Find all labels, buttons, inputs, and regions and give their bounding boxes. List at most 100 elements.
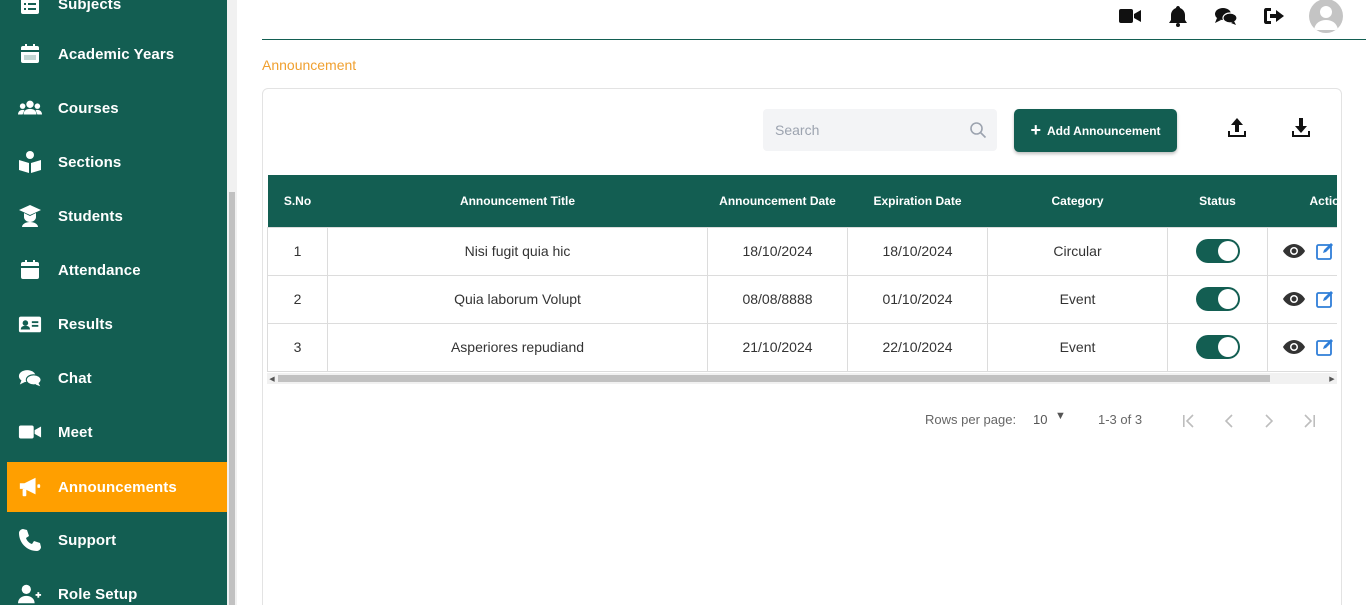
scroll-left-icon[interactable]: ◀	[267, 373, 277, 384]
download-icon[interactable]	[1289, 116, 1313, 140]
plus-icon: +	[1030, 119, 1041, 140]
column-header-action: Action	[1267, 175, 1337, 227]
announcement-table-container: S.No Announcement Title Announcement Dat…	[267, 175, 1337, 385]
next-page-icon[interactable]	[1260, 411, 1278, 431]
cell-expiry: 22/10/2024	[847, 322, 988, 372]
table-horizontal-scrollbar[interactable]: ◀ ▶	[267, 373, 1337, 384]
users-icon	[18, 96, 42, 120]
id-card-icon	[18, 312, 42, 336]
calendar-icon	[18, 258, 42, 282]
status-toggle[interactable]	[1195, 239, 1240, 263]
cell-title: Quia laborum Volupt	[327, 274, 708, 324]
add-announcement-button[interactable]: + Add Announcement	[1014, 109, 1177, 152]
view-icon[interactable]	[1282, 291, 1306, 307]
bell-icon[interactable]	[1166, 4, 1190, 28]
cell-status	[1167, 274, 1268, 324]
cell-action	[1267, 226, 1337, 276]
cell-category: Circular	[987, 226, 1168, 276]
sidebar-item-label: Students	[58, 207, 123, 225]
sidebar: Subjects Academic Years Courses Sections…	[0, 0, 227, 605]
last-page-icon[interactable]	[1300, 411, 1318, 431]
cell-status	[1167, 322, 1268, 372]
table-row: 3 Asperiores repudiand 21/10/2024 22/10/…	[267, 322, 1337, 372]
student-icon	[18, 204, 42, 228]
sidebar-item-role-setup[interactable]: Role Setup	[0, 569, 227, 605]
top-bar	[262, 0, 1366, 40]
sidebar-item-meet[interactable]: Meet	[0, 407, 227, 457]
sidebar-item-label: Meet	[58, 423, 93, 441]
chat-icon	[18, 366, 42, 390]
search-box[interactable]	[763, 109, 997, 151]
chevron-down-icon[interactable]: ▼	[1055, 410, 1066, 422]
sidebar-item-label: Academic Years	[58, 45, 175, 63]
edit-icon[interactable]	[1316, 242, 1334, 260]
announcement-table: S.No Announcement Title Announcement Dat…	[267, 175, 1337, 372]
view-icon[interactable]	[1282, 243, 1306, 259]
cell-date: 08/08/8888	[707, 274, 848, 324]
chat-icon[interactable]	[1214, 4, 1238, 28]
sidebar-item-chat[interactable]: Chat	[0, 353, 227, 403]
edit-icon[interactable]	[1316, 338, 1334, 356]
column-header-date[interactable]: Announcement Date	[707, 175, 848, 227]
cell-sno: 2	[267, 274, 328, 324]
column-header-sno[interactable]: S.No	[267, 175, 328, 227]
cell-action	[1267, 322, 1337, 372]
video-icon	[18, 420, 42, 444]
list-icon	[18, 0, 42, 16]
edit-icon[interactable]	[1316, 290, 1334, 308]
search-input[interactable]	[763, 109, 963, 151]
sidebar-item-label: Results	[58, 315, 113, 333]
sidebar-item-results[interactable]: Results	[0, 299, 227, 349]
column-header-title[interactable]: Announcement Title	[327, 175, 708, 227]
sidebar-item-academic-years[interactable]: Academic Years	[0, 29, 227, 79]
calendar-icon	[18, 42, 42, 66]
first-page-icon[interactable]	[1180, 411, 1198, 431]
table-scrollbar-thumb[interactable]	[278, 375, 1270, 382]
column-header-expiry[interactable]: Expiration Date	[847, 175, 988, 227]
cell-category: Event	[987, 322, 1168, 372]
video-icon[interactable]	[1118, 4, 1142, 28]
cell-title: Asperiores repudiand	[327, 322, 708, 372]
sidebar-item-announcements[interactable]: Announcements	[7, 462, 227, 512]
upload-icon[interactable]	[1225, 116, 1249, 140]
avatar[interactable]	[1309, 0, 1343, 33]
view-icon[interactable]	[1282, 339, 1306, 355]
sidebar-scrollbar-thumb[interactable]	[229, 192, 235, 605]
rows-per-page-label: Rows per page:	[925, 412, 1017, 427]
sidebar-item-label: Announcements	[58, 478, 177, 496]
cell-expiry: 01/10/2024	[847, 274, 988, 324]
sidebar-item-label: Support	[58, 531, 117, 549]
cell-date: 18/10/2024	[707, 226, 848, 276]
search-icon[interactable]	[969, 121, 987, 144]
sidebar-item-attendance[interactable]: Attendance	[0, 245, 227, 295]
sidebar-item-label: Role Setup	[58, 585, 138, 603]
sidebar-item-label: Sections	[58, 153, 122, 171]
status-toggle[interactable]	[1195, 287, 1240, 311]
column-header-category[interactable]: Category	[987, 175, 1168, 227]
rows-per-page-select[interactable]: 10	[1033, 412, 1047, 427]
user-plus-icon	[18, 582, 42, 605]
pagination-range: 1-3 of 3	[1098, 412, 1143, 427]
cell-category: Event	[987, 274, 1168, 324]
cell-sno: 3	[267, 322, 328, 372]
scroll-right-icon[interactable]: ▶	[1327, 373, 1337, 384]
megaphone-icon	[18, 475, 42, 499]
cell-date: 21/10/2024	[707, 322, 848, 372]
sidebar-item-label: Chat	[58, 369, 92, 387]
cell-title: Nisi fugit quia hic	[327, 226, 708, 276]
sidebar-item-students[interactable]: Students	[0, 191, 227, 241]
cell-status	[1167, 226, 1268, 276]
sidebar-item-label: Subjects	[58, 0, 122, 13]
table-row: 2 Quia laborum Volupt 08/08/8888 01/10/2…	[267, 274, 1337, 324]
add-announcement-label: Add Announcement	[1046, 123, 1161, 138]
column-header-status[interactable]: Status	[1167, 175, 1268, 227]
sidebar-item-sections[interactable]: Sections	[0, 137, 227, 187]
breadcrumb[interactable]: Announcement	[262, 57, 356, 73]
status-toggle[interactable]	[1195, 335, 1240, 359]
sidebar-item-support[interactable]: Support	[0, 515, 227, 565]
logout-icon[interactable]	[1262, 4, 1286, 28]
previous-page-icon[interactable]	[1220, 411, 1238, 431]
reader-icon	[18, 150, 42, 174]
sidebar-item-courses[interactable]: Courses	[0, 83, 227, 133]
sidebar-item-subjects[interactable]: Subjects	[0, 0, 227, 29]
